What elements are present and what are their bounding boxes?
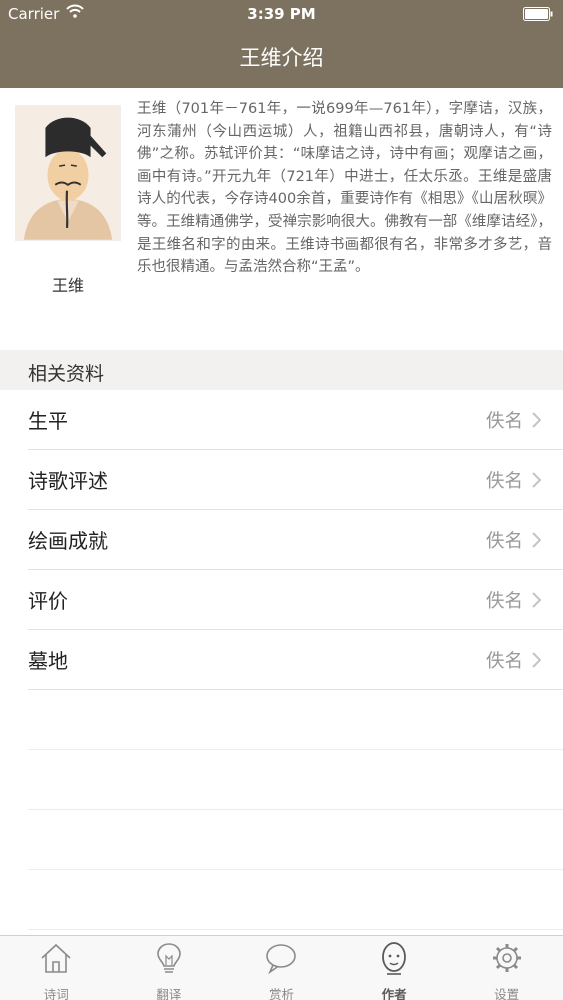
gear-icon (492, 944, 521, 972)
battery-icon (523, 7, 553, 21)
clock: 3:39 PM (247, 5, 316, 23)
app-screen: Carrier 3:39 PM 王维介绍 王维 王维（701年－761年，一说6… (0, 0, 563, 1000)
author-portrait (15, 105, 121, 241)
tab-appreciation[interactable]: 赏析 (225, 936, 338, 1000)
list-item-value: 佚名 (485, 471, 523, 492)
tab-bar: 诗词 翻译 赏析 作者 设置 (0, 935, 563, 1000)
list-item-poetry-review[interactable]: 诗歌评述 佚名 (28, 450, 563, 510)
chevron-right-icon (532, 652, 541, 668)
tab-settings[interactable]: 设置 (450, 936, 563, 1000)
list-item-label: 生平 (28, 409, 68, 433)
list-item-painting[interactable]: 绘画成就 佚名 (28, 510, 563, 570)
tab-label: 翻译 (156, 987, 182, 1000)
chevron-right-icon (532, 592, 541, 608)
header: Carrier 3:39 PM 王维介绍 (0, 0, 563, 88)
empty-row (28, 690, 563, 750)
list-item-label: 评价 (28, 589, 68, 613)
list-item-value: 佚名 (485, 531, 523, 552)
tab-label: 赏析 (268, 987, 294, 1000)
list-item-life[interactable]: 生平 佚名 (28, 390, 563, 450)
chevron-right-icon (532, 412, 541, 428)
tab-label: 作者 (381, 987, 407, 1000)
list-item-value: 佚名 (485, 591, 523, 612)
chevron-right-icon (532, 472, 541, 488)
empty-row (28, 750, 563, 810)
tab-poems[interactable]: 诗词 (0, 936, 113, 1000)
lightbulb-icon (157, 943, 181, 973)
status-bar: Carrier 3:39 PM (0, 0, 563, 30)
chevron-right-icon (532, 532, 541, 548)
author-name: 王维 (51, 276, 84, 295)
list-item-label: 绘画成就 (28, 529, 108, 553)
author-bio-text: 王维（701年－761年，一说699年—761年），字摩诘，汉族，河东蒲州（今山… (137, 101, 552, 276)
house-icon (41, 943, 71, 973)
list-item-value: 佚名 (485, 651, 523, 672)
tab-author[interactable]: 作者 (338, 936, 451, 1000)
tab-label: 诗词 (43, 987, 69, 1000)
head-icon (382, 942, 406, 975)
list-item-tomb[interactable]: 墓地 佚名 (28, 630, 563, 690)
empty-row (28, 870, 563, 930)
list-item-label: 诗歌评述 (28, 469, 108, 493)
list-item-label: 墓地 (28, 649, 68, 673)
tab-label: 设置 (494, 987, 520, 1000)
related-list: 生平 佚名 诗歌评述 佚名 绘画成就 佚名 评价 佚名 墓地 佚名 (0, 390, 563, 930)
tab-translation[interactable]: 翻译 (113, 936, 226, 1000)
speech-bubble-icon (266, 944, 297, 975)
list-item-value: 佚名 (485, 411, 523, 432)
section-title: 相关资料 (28, 363, 105, 385)
author-bio: 王维 王维（701年－761年，一说699年—761年），字摩诘，汉族，河东蒲州… (0, 88, 563, 350)
empty-row (28, 810, 563, 870)
list-item-evaluation[interactable]: 评价 佚名 (28, 570, 563, 630)
page-title: 王维介绍 (239, 46, 324, 70)
section-header: 相关资料 (0, 350, 563, 390)
